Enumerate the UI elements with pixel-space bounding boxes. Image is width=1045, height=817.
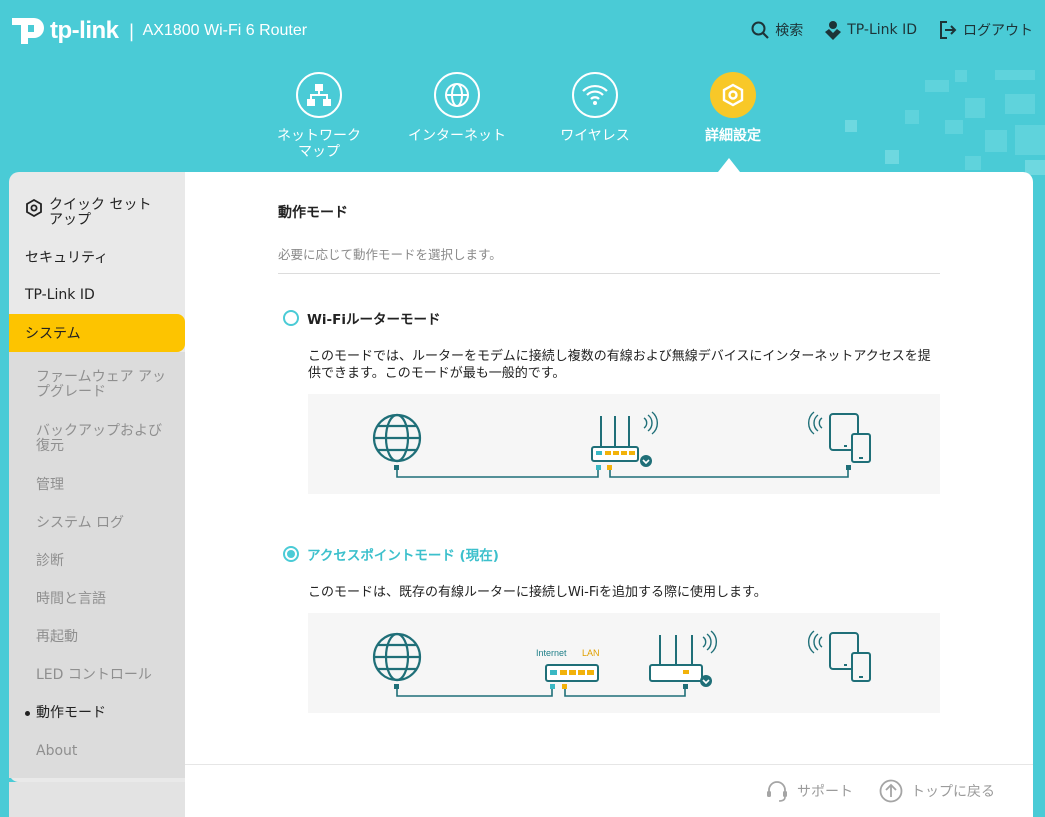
support-link-label: サポート (797, 784, 853, 800)
mode-wifi-router-option[interactable]: Wi-Fiルーターモード (278, 308, 940, 328)
sidebar-sub-about[interactable]: About (9, 732, 185, 770)
operation-mode-section: 動作モード 必要に応じて動作モードを選択します。 Wi-Fiルーターモード この… (278, 202, 940, 713)
mode-access-point-diagram: Internet LAN (308, 613, 940, 713)
tab-advanced-label: 詳細設定 (705, 128, 761, 144)
sidebar-item-security-label: セキュリティ (25, 250, 109, 266)
tplink-id-link-label: TP-Link ID (847, 22, 917, 38)
tab-internet-label: インターネット (408, 128, 506, 144)
tab-wireless[interactable]: ワイヤレス (526, 72, 664, 160)
internet-port-label: Internet (536, 648, 567, 658)
tab-advanced[interactable]: 詳細設定 (664, 72, 802, 160)
tab-network-map[interactable]: ネットワーク マップ (250, 72, 388, 160)
sidebar-sub-system-log[interactable]: システム ログ (9, 504, 185, 542)
mode-wifi-router-description: このモードでは、ルーターをモデムに接続し複数の有線および無線デバイスにインターネ… (308, 349, 931, 381)
sidebar-sub-reboot[interactable]: 再起動 (9, 618, 185, 656)
tplink-logo: tp-link | AX1800 Wi-Fi 6 Router (10, 14, 307, 48)
sidebar-item-tplink-id[interactable]: TP-Link ID (9, 276, 185, 314)
sidebar-sub-time-language[interactable]: 時間と言語 (9, 580, 185, 618)
search-link[interactable]: 検索 (751, 20, 803, 40)
mode-access-point-radio[interactable] (283, 546, 299, 562)
network-map-icon (307, 84, 331, 106)
existing-router-icon (545, 664, 599, 682)
tab-wireless-label: ワイヤレス (560, 128, 630, 144)
sidebar-sub-firmware-upgrade[interactable]: ファームウェア アップグレード (9, 358, 185, 412)
mode-access-point: アクセスポイントモード (現在) このモードは、既存の有線ルーターに接続しWi-… (278, 544, 940, 713)
mode-wifi-router: Wi-Fiルーターモード このモードでは、ルーターをモデムに接続し複数の有線およ… (278, 308, 940, 494)
sidebar-item-quick-setup-label: クイック セット アップ (49, 197, 152, 228)
page-title: 動作モード (278, 205, 348, 221)
sidebar-item-security[interactable]: セキュリティ (9, 238, 185, 276)
mode-wifi-router-title: Wi-Fiルーターモード (307, 312, 441, 328)
logout-link-label: ログアウト (963, 23, 1033, 39)
lan-port-label: LAN (582, 648, 600, 658)
header-links: 検索 TP-Link ID ログアウト (751, 20, 1033, 40)
sidebar-footer-strip (9, 782, 185, 817)
quick-setup-gear-icon (26, 199, 42, 217)
system-submenu: ファームウェア アップグレード バックアップおよび復元 管理 システム ログ 診… (9, 352, 185, 778)
search-icon (751, 21, 769, 39)
header-bar: tp-link | AX1800 Wi-Fi 6 Router 検索 TP-Li… (0, 0, 1045, 175)
sidebar-sub-led-control[interactable]: LED コントロール (9, 656, 185, 694)
internet-globe-icon (372, 413, 422, 463)
router-device-icon (591, 411, 658, 467)
tplink-logo-mark-icon (12, 18, 44, 44)
mode-access-point-option[interactable]: アクセスポイントモード (現在) (278, 544, 940, 564)
tplink-id-link[interactable]: TP-Link ID (825, 20, 917, 40)
arrow-up-circle-icon (879, 779, 903, 803)
router-model: AX1800 Wi-Fi 6 Router (142, 22, 308, 39)
main-panel: 動作モード 必要に応じて動作モードを選択します。 Wi-Fiルーターモード この… (185, 172, 1033, 817)
client-devices-icon (808, 630, 871, 682)
cable-line (396, 470, 599, 478)
page-description: 必要に応じて動作モードを選択します。 (278, 244, 940, 274)
logout-link[interactable]: ログアウト (939, 20, 1033, 40)
globe-icon (445, 83, 469, 107)
header-separator: | (128, 20, 135, 42)
sidebar-item-quick-setup[interactable]: クイック セット アップ (9, 172, 185, 238)
mode-access-point-title: アクセスポイントモード (現在) (307, 548, 499, 564)
active-tab-pointer (718, 158, 740, 172)
sidebar-item-system[interactable]: システム (9, 314, 185, 352)
back-to-top-label: トップに戻る (911, 784, 995, 800)
sidebar: クイック セット アップ セキュリティ TP-Link ID システム ファーム… (9, 172, 185, 782)
sidebar-sub-operation-mode-label: 動作モード (36, 704, 106, 721)
back-to-top-link[interactable]: トップに戻る (879, 779, 995, 803)
wifi-icon (582, 84, 608, 105)
sidebar-item-tplink-id-label: TP-Link ID (25, 287, 95, 303)
internet-globe-icon (372, 632, 422, 682)
sidebar-sub-diagnostics[interactable]: 診断 (9, 542, 185, 580)
search-link-label: 検索 (775, 23, 804, 39)
current-item-dot (25, 710, 30, 716)
tab-network-map-label: ネットワーク マップ (277, 128, 361, 160)
logout-icon (940, 21, 957, 39)
tplink-id-icon (825, 21, 842, 40)
access-point-router-icon (649, 630, 717, 687)
footer-bar: サポート トップに戻る (185, 764, 1033, 817)
mode-wifi-router-radio[interactable] (283, 310, 299, 326)
sidebar-sub-administration[interactable]: 管理 (9, 466, 185, 504)
sidebar-sub-backup-restore[interactable]: バックアップおよび復元 (9, 412, 185, 466)
brand-name: tp-link (50, 17, 119, 44)
pixel-pattern-decoration (845, 70, 1045, 175)
sidebar-sub-operation-mode[interactable]: 動作モード (9, 694, 185, 732)
mode-access-point-description: このモードは、既存の有線ルーターに接続しWi-Fiを追加する際に使用します。 (308, 585, 767, 600)
main-nav-tabs: ネットワーク マップ インターネット ワイヤレス 詳細設定 (250, 72, 802, 160)
mode-wifi-router-diagram (308, 394, 940, 494)
sidebar-item-system-label: システム (25, 326, 81, 342)
support-link[interactable]: サポート (765, 779, 853, 803)
headset-support-icon (767, 781, 787, 802)
client-devices-icon (808, 411, 871, 463)
advanced-gear-icon (722, 83, 744, 107)
tab-internet[interactable]: インターネット (388, 72, 526, 160)
